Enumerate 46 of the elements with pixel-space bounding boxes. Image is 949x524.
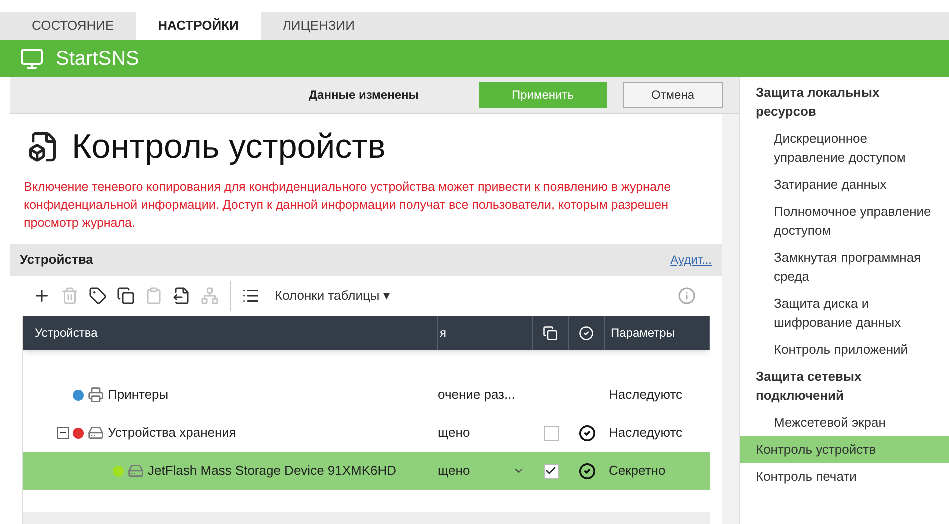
columns-menu[interactable]: Колонки таблицы ▾: [275, 286, 390, 306]
device-name: Устройства хранения: [108, 424, 236, 442]
sidebar-item[interactable]: Межсетевой экран: [740, 409, 949, 436]
check-column-icon: [579, 326, 594, 340]
table-cell-text: Наследуютс: [608, 386, 683, 404]
table-cell-text: щено: [438, 462, 470, 480]
tab[interactable]: ЛИЦЕНЗИИ: [260, 12, 377, 40]
device-name: Принтеры: [108, 386, 169, 404]
horizontal-scrollbar[interactable]: [23, 512, 710, 524]
sidebar-item[interactable]: Полномочное управление доступом: [740, 198, 949, 244]
sidebar-item[interactable]: Контроль печати: [740, 463, 949, 490]
drive-icon: [88, 425, 104, 441]
table-row[interactable]: JetFlash Mass Storage Device 91XMK6HD щено Секретно: [23, 452, 710, 490]
cancel-button[interactable]: Отмена: [623, 82, 723, 108]
sidebar-item[interactable]: Контроль устройств: [740, 436, 949, 463]
tab[interactable]: СОСТОЯНИЕ: [10, 12, 136, 40]
panel-title: Устройства: [20, 251, 94, 270]
table-cell-text: щено: [438, 424, 470, 442]
column-header[interactable]: Устройства: [35, 324, 98, 342]
copy-column-icon: [543, 326, 558, 340]
status-text: Данные изменены: [309, 87, 419, 104]
app-title: StartSNS: [56, 46, 140, 72]
table-cell-text: очение раз...: [438, 386, 516, 404]
sidebar-item[interactable]: Затирание данных: [740, 171, 949, 198]
warning-text: Включение теневого копирования для конфиденциального устройства может привести к появлению в журнале конфиденциальной информации. Доступ к данной информации получат все пользователи, которым разрешен просмотр журнала.: [23, 179, 672, 232]
sidebar-item[interactable]: Контроль приложений: [740, 336, 949, 363]
table-cell-text: Наследуютс: [608, 424, 683, 442]
tab[interactable]: НАСТРОЙКИ: [136, 12, 261, 40]
sidebar-item[interactable]: Защита локальных ресурсов: [740, 79, 949, 125]
column-header[interactable]: Параметры: [611, 324, 675, 342]
sidebar-item[interactable]: Дискреционное управление доступом: [740, 125, 949, 171]
device-name: JetFlash Mass Storage Device 91XMK6HD: [148, 462, 397, 480]
page-title: Контроль устройств: [72, 126, 386, 168]
monitor-icon: [20, 46, 44, 70]
drive-icon: [128, 463, 144, 479]
printer-icon: [88, 387, 104, 403]
collapse-toggle-icon[interactable]: [57, 427, 69, 439]
column-header[interactable]: я: [440, 324, 446, 342]
sidebar-item[interactable]: Защита сетевых подключений: [740, 363, 949, 409]
sidebar-item[interactable]: Защита диска и шифрование данных: [740, 290, 949, 336]
table-cell-text: Секретно: [608, 462, 666, 480]
vertical-scrollbar[interactable]: [722, 114, 739, 524]
audit-link[interactable]: Аудит...: [670, 251, 712, 269]
checkbox[interactable]: [544, 426, 558, 440]
sidebar-item[interactable]: Замкнутая программная среда: [740, 244, 949, 290]
checkbox[interactable]: [544, 464, 558, 478]
